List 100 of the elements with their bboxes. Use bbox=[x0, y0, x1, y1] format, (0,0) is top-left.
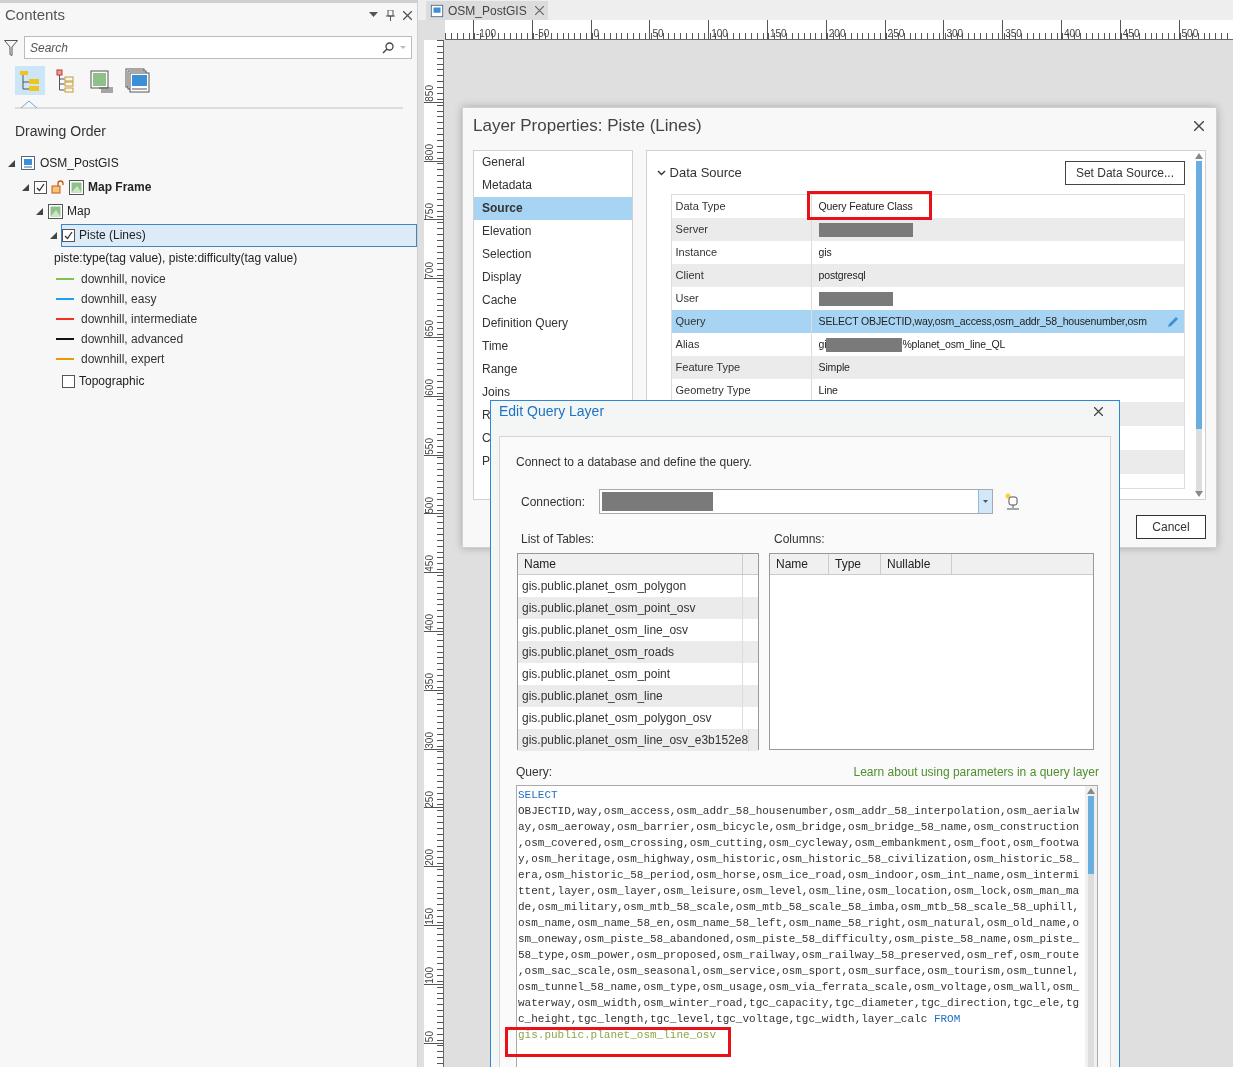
database-icon[interactable] bbox=[1004, 492, 1020, 511]
close-icon[interactable] bbox=[534, 6, 544, 15]
legend-heading: piste:type(tag value), piste:difficulty(tag value) bbox=[54, 250, 299, 267]
navigation-item[interactable]: Metadata bbox=[474, 174, 632, 197]
close-icon[interactable] bbox=[403, 10, 412, 20]
scroll-up-arrow-icon[interactable] bbox=[1087, 788, 1095, 794]
dialog-title: Edit Query Layer bbox=[499, 402, 606, 421]
ruler-label: 250 bbox=[886, 28, 905, 39]
help-link[interactable]: Learn about using parameters in a query layer bbox=[853, 763, 1099, 781]
ruler-label: 0 bbox=[592, 28, 600, 39]
tree-item[interactable]: Topographic bbox=[61, 369, 417, 393]
navigation-item[interactable]: Definition Query bbox=[474, 312, 632, 335]
ruler-label: 650 bbox=[424, 319, 436, 337]
search-input[interactable]: Search bbox=[30, 38, 382, 57]
ruler-label: 350 bbox=[1004, 28, 1022, 39]
instruction-text: Connect to a database and define the query. bbox=[516, 454, 753, 471]
check-icon bbox=[64, 230, 73, 240]
table-row[interactable]: Client postgresql bbox=[671, 264, 1184, 287]
layout-icon bbox=[20, 155, 36, 171]
property-value: SELECT OBJECTID,way,osm_access,osm_addr_58_housenumber,osm bbox=[818, 313, 1147, 329]
close-icon[interactable] bbox=[1094, 407, 1103, 416]
pin-icon[interactable] bbox=[386, 9, 395, 21]
search-field[interactable]: Search bbox=[24, 36, 412, 59]
chevron-icon[interactable] bbox=[656, 170, 666, 176]
section-heading: Drawing Order bbox=[15, 122, 108, 141]
view-tab[interactable] bbox=[123, 66, 153, 95]
navigation-item[interactable]: Cache bbox=[474, 289, 632, 312]
view-tab[interactable] bbox=[15, 66, 45, 95]
layout-icon bbox=[430, 3, 444, 18]
scroll-up-arrow-icon[interactable] bbox=[1195, 153, 1203, 159]
navigation-item[interactable]: Selection bbox=[474, 243, 632, 266]
dialog-title: Layer Properties: Piste (Lines) bbox=[473, 115, 703, 138]
ruler-label: 200 bbox=[424, 848, 436, 867]
document-tab[interactable]: OSM_PostGIS bbox=[426, 1, 548, 20]
checkbox[interactable] bbox=[34, 180, 47, 194]
dropdown-button[interactable] bbox=[978, 490, 992, 513]
set-data-source-button[interactable]: Set Data Source... bbox=[1064, 161, 1185, 185]
column-header[interactable]: Nullable bbox=[881, 554, 952, 574]
column-header[interactable]: Type bbox=[829, 554, 881, 574]
search-icon[interactable] bbox=[382, 41, 394, 54]
scrollbar[interactable] bbox=[1193, 151, 1205, 499]
check-icon bbox=[36, 182, 45, 192]
property-value: Query Feature Class bbox=[818, 198, 913, 214]
close-icon[interactable] bbox=[1194, 121, 1204, 131]
ruler-label: 850 bbox=[424, 84, 436, 102]
property-value: gi bbox=[818, 336, 827, 352]
ruler-label: 300 bbox=[945, 28, 964, 39]
navigation-item[interactable]: Time bbox=[474, 335, 632, 358]
checkbox[interactable] bbox=[62, 228, 75, 242]
tree-item[interactable]: Map bbox=[47, 199, 417, 223]
ruler-label: -50 bbox=[533, 28, 550, 39]
legend-label: downhill, easy bbox=[81, 291, 157, 308]
field-label: Connection: bbox=[521, 493, 587, 511]
table-row[interactable]: Server bbox=[671, 218, 1184, 241]
property-value: Line bbox=[818, 382, 838, 398]
navigation-item[interactable]: Elevation bbox=[474, 220, 632, 243]
table-row[interactable]: Query SELECT OBJECTID,way,osm_access,osm_addr_58_housenumber,osm bbox=[671, 310, 1184, 333]
map-icon bbox=[69, 179, 84, 195]
tree-item[interactable]: Map Frame bbox=[33, 175, 417, 199]
table-row[interactable]: Feature Type Simple bbox=[671, 356, 1184, 379]
property-value: Simple bbox=[818, 359, 850, 375]
ruler-label: 750 bbox=[424, 201, 436, 220]
ruler-label: 100 bbox=[424, 966, 436, 984]
navigation-item[interactable]: Source bbox=[474, 197, 632, 220]
column-header[interactable]: Name bbox=[770, 554, 829, 574]
scrollbar-thumb[interactable] bbox=[1196, 161, 1202, 429]
pencil-icon[interactable] bbox=[1166, 314, 1180, 329]
tree-item[interactable]: OSM_PostGIS bbox=[19, 151, 417, 175]
expand-arrow-icon[interactable] bbox=[36, 207, 43, 215]
tree-item[interactable]: Piste (Lines) bbox=[61, 223, 417, 247]
field-label: Query: bbox=[516, 764, 552, 781]
ruler-label: 550 bbox=[424, 436, 436, 455]
ruler-label: 200 bbox=[827, 28, 846, 39]
expand-arrow-icon[interactable] bbox=[50, 231, 57, 239]
ruler-label: 800 bbox=[424, 142, 436, 161]
navigation-item[interactable]: Range bbox=[474, 358, 632, 381]
property-value: gis bbox=[818, 244, 832, 260]
unlocked-padlock-icon[interactable] bbox=[51, 180, 65, 194]
navigation-item[interactable]: Joins bbox=[474, 381, 632, 404]
field-label: Columns: bbox=[774, 531, 826, 548]
scrollbar[interactable] bbox=[1085, 786, 1097, 1067]
cancel-button[interactable]: Cancel bbox=[1136, 515, 1206, 539]
scrollbar-thumb[interactable] bbox=[1088, 796, 1094, 874]
query-field[interactable]: SELECT OBJECTID,way,osm_access,osm_addr_58_housenumber,osm_addr_58_interpolation,osm_aerialway,osm_aeroway,osm_barrier,osm_bicycle,osm_bridge,osm_bridge_58_name,osm_construction,osm_covered,osm_crossing,osm_cutting,osm_cycleway,osm_embankment,osm_foot,osm_footway,osm_heritage,osm_highway,osm_historic,osm_historic_58_civilization,osm_historic_58_era,osm_historic_58_period,osm_horse,osm_ice_road,osm_indoor,osm_int_name,osm_intermittent,layer,osm_layer,osm_leisure,osm_level,osm_line,osm_location,osm_lock,osm_man_made,osm_military,osm_mtb_58_scale,osm_mtb_58_scale_58_imba,osm_mtb_58_scale_58_uphill,osm_name,osm_name_58_en,osm_name_58_left,osm_name_58_right,osm_natural,osm_old_name,osm_oneway,osm_piste_58_abandoned,osm_piste_58_difficulty,osm_piste_58_name,osm_piste_58_type,osm_power,osm_proposed,osm_railway,osm_railway_58_preserved,osm_ref,osm_route,osm_sac_scale,osm_seasonal,osm_service,osm_sport,osm_surface,osm_tourism,osm_tunnel,osm_tunnel_58_name,osm_type,osm_usage,osm_via_ferrata_scale,osm_voltage,osm_wall,osm_waterway,osm_width,osm_winter_road,tgc_capacity,tgc_diameter,tgc_direction,tgc_ele,tgc_height,tgc_length,tgc_level,tgc_voltage,tgc_width,layer_calc FROM gis.public.planet_osm_line_osv bbox=[516, 785, 1098, 1067]
navigation-item[interactable]: General bbox=[474, 151, 632, 174]
expand-arrow-icon[interactable] bbox=[22, 183, 29, 191]
dropdown-caret-icon[interactable] bbox=[369, 12, 378, 18]
stacked-maps-icon bbox=[125, 67, 151, 94]
section-title: Data Source bbox=[669, 164, 743, 183]
checkbox[interactable] bbox=[62, 374, 75, 388]
expand-arrow-icon[interactable] bbox=[8, 159, 15, 167]
ruler-label: 250 bbox=[424, 789, 436, 808]
ruler-label: 150 bbox=[769, 28, 787, 39]
ruler-label: 500 bbox=[1180, 28, 1199, 39]
ruler-label: 450 bbox=[1121, 28, 1140, 39]
scroll-down-arrow-icon[interactable] bbox=[1195, 491, 1203, 497]
filter-icon[interactable] bbox=[4, 39, 18, 56]
connection-dropdown[interactable] bbox=[599, 489, 993, 514]
ruler-label: 150 bbox=[424, 907, 436, 925]
navigation-item[interactable]: Display bbox=[474, 266, 632, 289]
